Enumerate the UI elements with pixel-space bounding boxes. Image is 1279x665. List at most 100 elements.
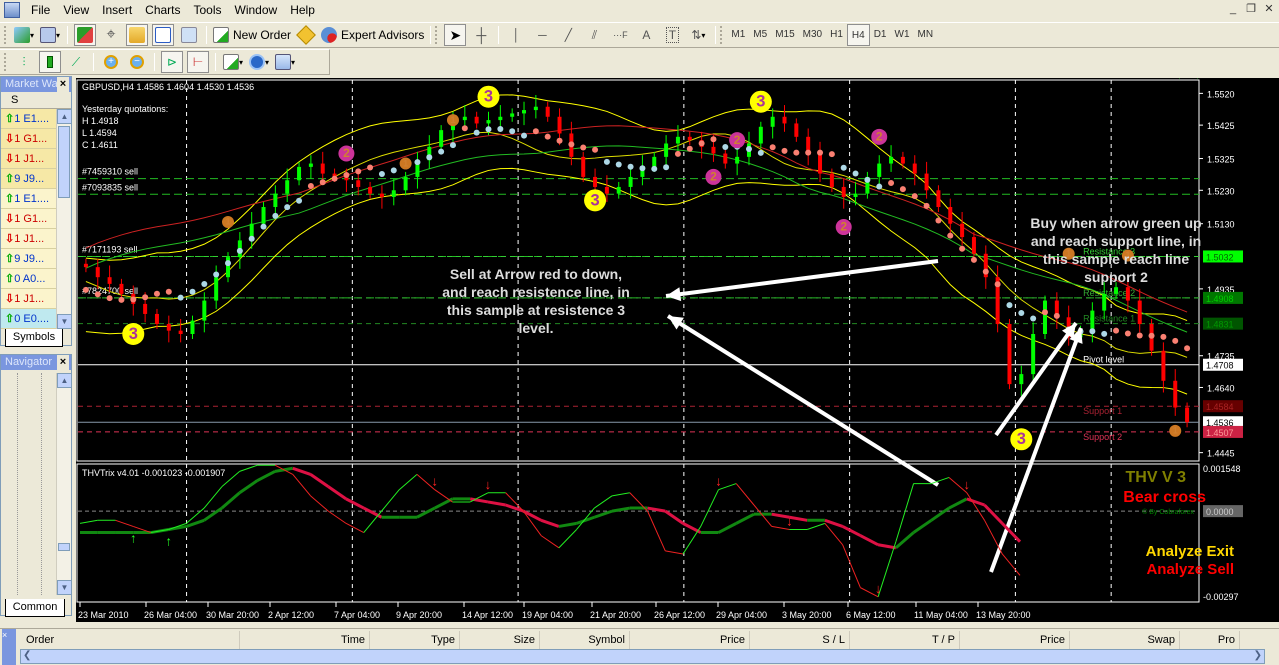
scroll-thumb[interactable] [58, 126, 70, 198]
column-header[interactable]: Price [960, 631, 1070, 649]
column-header[interactable]: Time [240, 631, 370, 649]
new-chart-button[interactable]: ▾ [13, 24, 35, 46]
chart-window[interactable]: #7459310 sell #7093835 sell #7171193 sell #… [76, 66, 1279, 622]
templates-button[interactable]: ▾ [274, 51, 296, 73]
column-header[interactable]: S / L [750, 631, 850, 649]
profiles-button[interactable]: ▾ [39, 24, 61, 46]
new-order-button[interactable]: New Order [213, 24, 291, 46]
chart-shift-icon: ⊢ [192, 55, 204, 69]
new-order-label: New Order [233, 28, 292, 42]
x-tick-label: 19 Apr 04:00 [522, 610, 573, 620]
menu-window[interactable]: Window [230, 3, 286, 17]
candle-body [1114, 287, 1119, 294]
navigator-scrollbar[interactable]: ▲ ▼ [56, 373, 72, 595]
chart-shift-button[interactable]: ⊢ [187, 51, 209, 73]
expert-advisors-button[interactable]: Expert Advisors [321, 24, 424, 46]
timeframe-m30[interactable]: M30 [799, 24, 826, 46]
horizontal-line-button[interactable]: ─ [531, 24, 553, 46]
zoom-in-button[interactable]: + [100, 51, 122, 73]
column-header[interactable]: Symbol [540, 631, 630, 649]
fan-button[interactable]: ⫽ [583, 24, 605, 46]
candle-body [95, 267, 100, 278]
timeframe-m15[interactable]: M15 [771, 24, 798, 46]
timeframe-mn[interactable]: MN [914, 24, 938, 46]
toolbar-grip[interactable] [4, 53, 7, 71]
minimize-icon[interactable]: _ [1225, 2, 1241, 16]
trend-dot [106, 295, 113, 302]
scroll-down-icon[interactable]: ▼ [57, 580, 72, 595]
trix-fast-line [594, 495, 613, 509]
tab-symbols[interactable]: Symbols [5, 329, 63, 347]
market-watch-header[interactable]: S [1, 92, 71, 109]
bar-chart-button[interactable]: ⫶ [13, 51, 35, 73]
close-icon[interactable]: × [2, 630, 7, 640]
timeframe-m5[interactable]: M5 [749, 24, 771, 46]
trend-dot [307, 183, 314, 190]
column-header[interactable]: Pro [1180, 631, 1240, 649]
scroll-right-icon[interactable]: ❯ [1254, 650, 1262, 661]
navigator-button[interactable] [126, 24, 148, 46]
column-header[interactable]: Type [370, 631, 460, 649]
tab-common[interactable]: Common [5, 599, 65, 617]
data-window-button[interactable]: ⌖ [100, 24, 122, 46]
close-icon[interactable]: × [57, 355, 69, 370]
arrow-up-icon: ⇧ [5, 173, 15, 185]
chart-canvas[interactable]: #7459310 sell#7093835 sell#7171193 sell#… [76, 66, 1279, 622]
alert-button[interactable] [295, 24, 317, 46]
scroll-left-icon[interactable]: ❮ [23, 650, 31, 661]
scroll-thumb[interactable] [58, 543, 70, 551]
candle-body [877, 163, 882, 177]
market-watch-button[interactable] [74, 24, 96, 46]
crosshair-button[interactable]: ┼ [470, 24, 492, 46]
menu-insert[interactable]: Insert [97, 3, 140, 17]
scroll-up-icon[interactable]: ▲ [57, 109, 72, 124]
timeframe-h4[interactable]: H4 [846, 24, 870, 46]
column-header[interactable]: Order [20, 631, 240, 649]
indicator-y-label: -0.00297 [1203, 592, 1239, 602]
menu-tools[interactable]: Tools [189, 3, 230, 17]
terminal-hscrollbar[interactable]: ❮ ❯ [20, 649, 1265, 664]
crosshair-icon: ⌖ [106, 26, 116, 43]
timeframe-h1[interactable]: H1 [826, 24, 847, 46]
timeframe-w1[interactable]: W1 [891, 24, 914, 46]
cursor-button[interactable]: ➤ [444, 24, 467, 46]
menu-charts[interactable]: Charts [140, 3, 188, 17]
vertical-line-button[interactable]: │ [505, 24, 527, 46]
toolbar-grip[interactable] [435, 26, 438, 44]
periods-button[interactable]: ▾ [248, 51, 270, 73]
arrows-button[interactable]: ⇅ ▾ [687, 24, 709, 46]
zoom-out-button[interactable]: − [126, 51, 148, 73]
market-watch-scrollbar[interactable]: ▲ ▼ [56, 109, 72, 329]
label-button[interactable]: T [661, 24, 683, 46]
candle-body [545, 106, 550, 117]
trendline-button[interactable]: ╱ [557, 24, 579, 46]
candlestick-button[interactable] [39, 51, 61, 73]
toolbar-grip[interactable] [720, 26, 723, 44]
toolbar-grip[interactable] [4, 26, 7, 44]
column-header[interactable]: T / P [850, 631, 960, 649]
menu-file[interactable]: File [26, 3, 58, 17]
column-header[interactable]: Size [460, 631, 540, 649]
scroll-down-icon[interactable]: ▼ [57, 314, 72, 329]
strategy-tester-button[interactable] [178, 24, 200, 46]
restore-icon[interactable]: ❐ [1243, 2, 1259, 16]
column-header[interactable]: Swap [1070, 631, 1180, 649]
fibonacci-button[interactable]: ⋯F [609, 24, 631, 46]
candle-body [924, 173, 929, 191]
crosshair-tool-icon: ┼ [476, 27, 487, 43]
menu-help[interactable]: Help [285, 3, 323, 17]
pivot-level-label: Support 1 [1083, 406, 1122, 416]
auto-scroll-button[interactable]: ⊳ [161, 51, 183, 73]
close-icon[interactable]: × [57, 77, 69, 92]
column-header[interactable]: Price [630, 631, 750, 649]
text-button[interactable]: A [635, 24, 657, 46]
timeframe-m1[interactable]: M1 [727, 24, 749, 46]
indicators-button[interactable]: ▾ [222, 51, 244, 73]
menu-view[interactable]: View [58, 3, 97, 17]
line-chart-button[interactable]: ⟋ [65, 51, 87, 73]
arrow-down-icon: ⇩ [5, 233, 15, 245]
terminal-button[interactable] [152, 24, 174, 46]
scroll-up-icon[interactable]: ▲ [57, 373, 72, 388]
close-icon[interactable]: ✕ [1261, 2, 1277, 16]
timeframe-d1[interactable]: D1 [870, 24, 891, 46]
